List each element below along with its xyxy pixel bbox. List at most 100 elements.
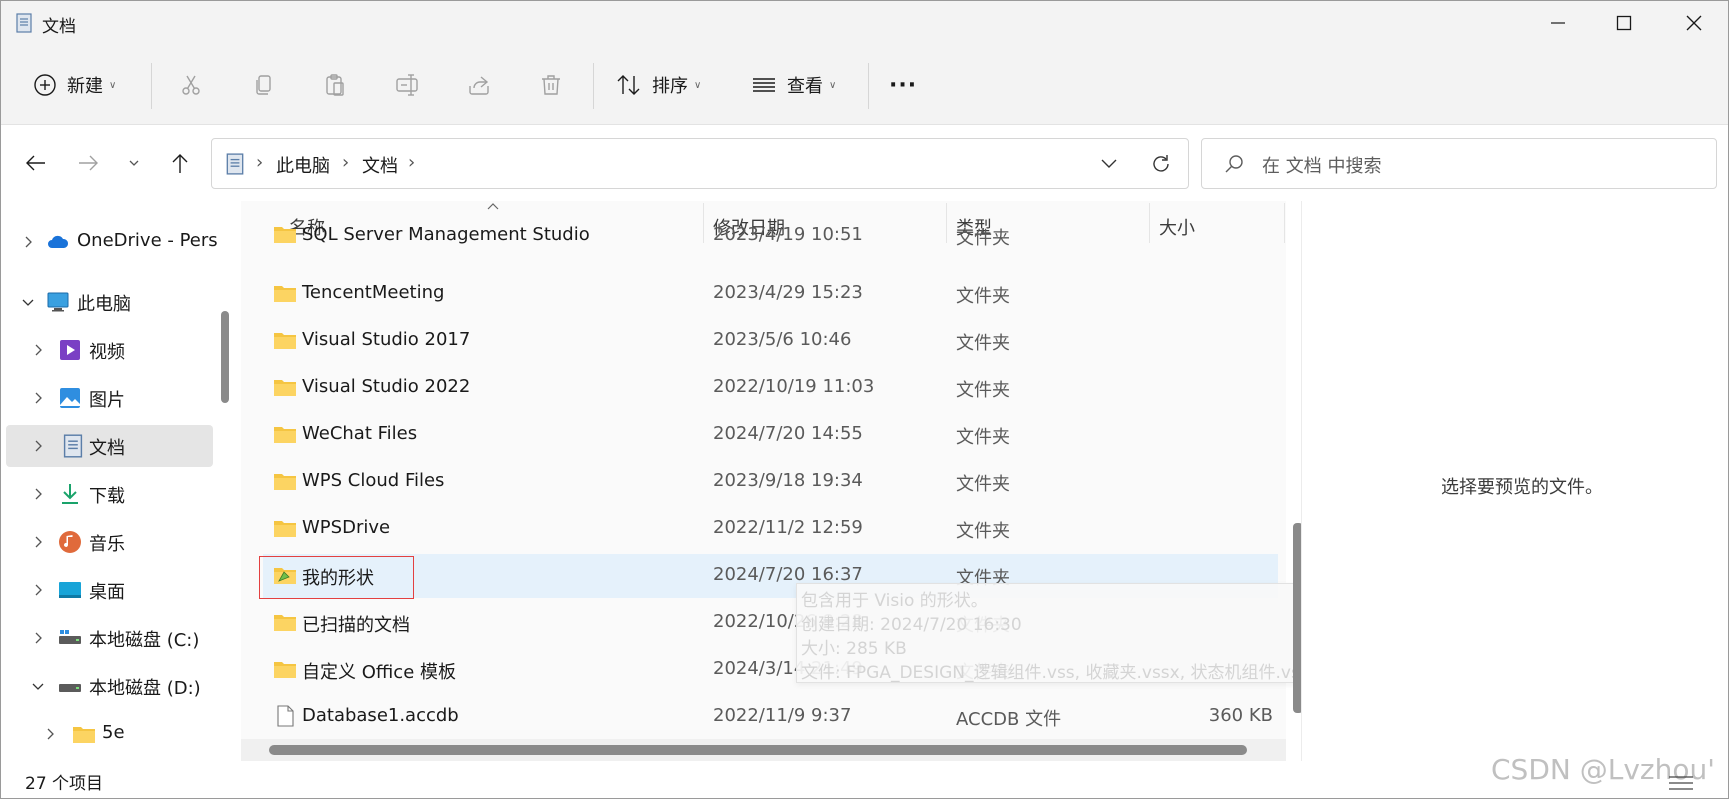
file-name: WPSDrive (302, 517, 391, 538)
nav-item-this-pc[interactable]: 此电脑 (6, 281, 213, 323)
file-size: 360 KB (1208, 705, 1273, 726)
folder-icon (274, 333, 296, 349)
file-name: TencentMeeting (302, 282, 445, 303)
up-button[interactable] (163, 146, 197, 180)
folder-icon (274, 521, 296, 537)
file-icon (277, 705, 294, 727)
share-button[interactable] (467, 65, 491, 105)
chevron-right-icon[interactable] (31, 535, 45, 549)
nav-item-videos[interactable]: 视频 (6, 329, 213, 371)
copy-icon (256, 75, 271, 95)
clipboard-icon (326, 74, 344, 96)
nav-item-label: OneDrive - Pers (77, 230, 218, 251)
delete-button[interactable] (539, 65, 563, 105)
nav-item-label: 5e (102, 722, 125, 743)
nav-item-onedrive[interactable]: OneDrive - Pers (6, 221, 218, 263)
chevron-right-icon[interactable] (21, 235, 35, 249)
view-button-label: 查看 (787, 76, 823, 97)
nav-item-drive-c[interactable]: 本地磁盘 (C:) (6, 617, 213, 659)
file-name: SQL Server Management Studio (302, 226, 590, 245)
column-divider[interactable] (1284, 203, 1285, 243)
chevron-right-icon[interactable] (31, 487, 45, 501)
breadcrumb-separator-icon[interactable]: › (408, 152, 415, 173)
nav-item-desktop[interactable]: 桌面 (6, 569, 213, 611)
address-bar[interactable]: › 此电脑 › 文档 › (211, 138, 1189, 189)
preview-placeholder: 选择要预览的文件。 (1441, 477, 1603, 498)
new-button[interactable]: 新建 ∨ (33, 65, 116, 105)
rename-button[interactable] (395, 65, 421, 105)
file-name: WPS Cloud Files (302, 470, 445, 491)
table-row[interactable]: WPSDrive 2022/11/2 12:59 文件夹 (263, 507, 1278, 551)
table-row[interactable]: Database1.accdb 2022/11/9 9:37 ACCDB 文件 … (263, 695, 1278, 739)
more-options-button[interactable]: ··· (889, 65, 917, 105)
scissors-icon (182, 75, 200, 95)
file-type: 文件夹 (956, 380, 1010, 401)
sort-ascending-icon (487, 203, 499, 210)
file-name: 自定义 Office 模板 (302, 662, 456, 683)
back-button[interactable] (19, 146, 53, 180)
forward-button[interactable] (71, 146, 105, 180)
table-row[interactable]: Visual Studio 2017 2023/5/6 10:46 文件夹 (263, 319, 1278, 363)
copy-button[interactable] (252, 65, 276, 105)
chevron-right-icon[interactable] (31, 631, 45, 645)
nav-item-label: 此电脑 (77, 294, 131, 315)
file-type: 文件夹 (956, 286, 1010, 307)
nav-item-label: 本地磁盘 (C:) (89, 630, 200, 651)
chevron-right-icon[interactable] (31, 439, 45, 453)
nav-item-label: 音乐 (89, 534, 125, 555)
file-type: 文件夹 (956, 521, 1010, 542)
breadcrumb-documents[interactable]: 文档 (362, 152, 398, 178)
chevron-down-icon[interactable] (31, 679, 45, 693)
nav-item-music[interactable]: 音乐 (6, 521, 213, 563)
file-date: 2023/5/6 10:46 (713, 329, 852, 350)
breadcrumb-this-pc[interactable]: 此电脑 (276, 152, 330, 178)
breadcrumb-separator-icon[interactable]: › (342, 152, 349, 173)
table-row[interactable]: WeChat Files 2024/7/20 14:55 文件夹 (263, 413, 1278, 457)
navigation-pane: OneDrive - Pers 此电脑 视频 图片 文档 下载 音乐 桌面 本地… (1, 201, 226, 761)
nav-item-documents[interactable]: 文档 (6, 425, 213, 467)
table-row[interactable]: Visual Studio 2022 2022/10/19 11:03 文件夹 (263, 366, 1278, 410)
maximize-button[interactable] (1589, 1, 1659, 45)
file-type: ACCDB 文件 (956, 709, 1062, 730)
address-history-chevron-icon[interactable] (1100, 157, 1118, 171)
paste-button[interactable] (323, 65, 347, 105)
sort-button[interactable]: 排序 ∨ (616, 65, 701, 105)
highlight-annotation-box (259, 556, 414, 599)
command-bar: 新建 ∨ 排序 ∨ 查看 ∨ ··· (1, 45, 1728, 125)
nav-item-label: 下载 (89, 486, 125, 507)
tooltip-created: 创建日期: 2024/7/20 16:30 (801, 615, 1022, 635)
file-type: 文件夹 (956, 228, 1010, 249)
table-row[interactable]: TencentMeeting 2023/4/29 15:23 文件夹 (263, 272, 1278, 316)
view-toggle-icon[interactable] (1666, 771, 1696, 797)
recent-locations-button[interactable] (117, 146, 151, 180)
chevron-down-icon[interactable] (21, 295, 35, 309)
search-input[interactable]: 在 文档 中搜索 (1201, 138, 1717, 189)
horizontal-scrollbar[interactable] (269, 745, 1247, 755)
share-icon (469, 76, 489, 95)
nav-item-label: 文档 (89, 438, 125, 459)
nav-item-pictures[interactable]: 图片 (6, 377, 213, 419)
refresh-icon[interactable] (1150, 153, 1172, 175)
chevron-right-icon[interactable] (31, 583, 45, 597)
chevron-right-icon[interactable] (43, 727, 57, 741)
file-date: 2022/11/9 9:37 (713, 705, 852, 726)
video-icon (60, 340, 80, 360)
nav-item-5e[interactable]: 5e (6, 713, 213, 755)
folder-icon (73, 727, 95, 743)
file-type: 文件夹 (956, 474, 1010, 495)
chevron-right-icon[interactable] (31, 343, 45, 357)
tooltip-files: 文件: FPGA_DESIGN_逻辑组件.vss, 收藏夹.vssx, 状态机组… (801, 663, 1309, 683)
nav-item-drive-d[interactable]: 本地磁盘 (D:) (6, 665, 213, 707)
table-row[interactable]: WPS Cloud Files 2023/9/18 19:34 文件夹 (263, 460, 1278, 504)
table-row[interactable]: SQL Server Management Studio 2023/4/19 1… (263, 226, 1278, 256)
cut-button[interactable] (179, 65, 203, 105)
view-button[interactable]: 查看 ∨ (751, 65, 836, 105)
close-button[interactable] (1659, 1, 1729, 45)
chevron-right-icon[interactable] (31, 391, 45, 405)
maximize-icon (1616, 15, 1632, 31)
folder-icon (274, 474, 296, 490)
nav-item-downloads[interactable]: 下载 (6, 473, 213, 515)
folder-icon (274, 427, 296, 443)
navigation-scrollbar[interactable] (221, 311, 229, 403)
minimize-button[interactable] (1523, 1, 1593, 45)
